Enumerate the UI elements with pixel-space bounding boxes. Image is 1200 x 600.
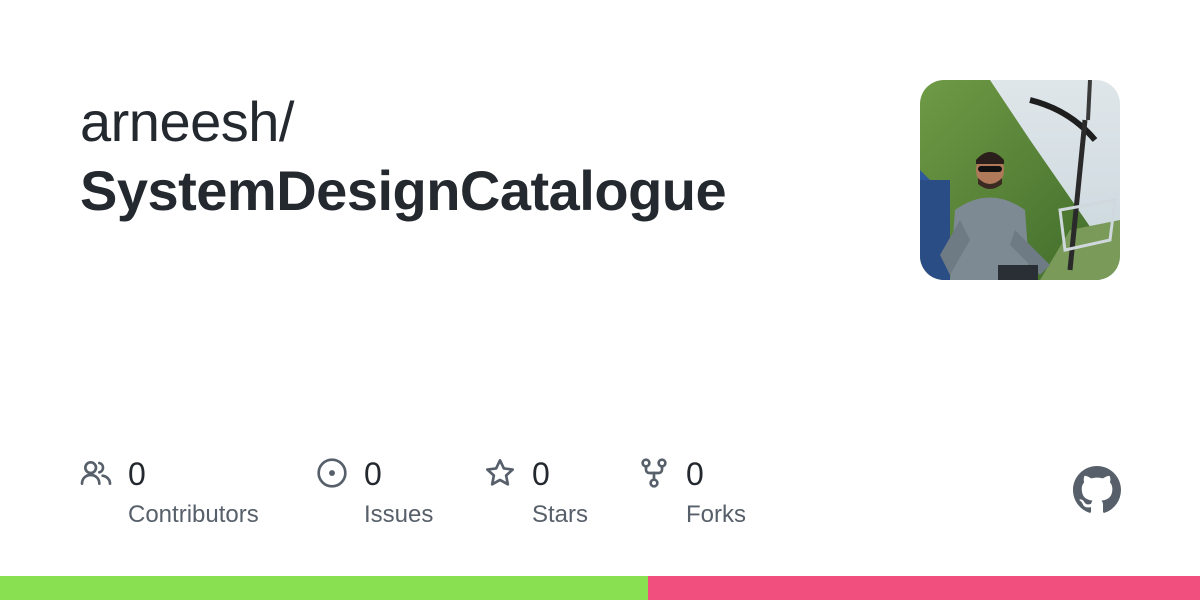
github-logo-icon[interactable] bbox=[1073, 466, 1121, 514]
repo-owner[interactable]: arneesh/ bbox=[80, 88, 880, 156]
contributors-count: 0 bbox=[128, 456, 146, 492]
repo-name[interactable]: SystemDesignCatalogue bbox=[80, 156, 880, 226]
people-icon bbox=[80, 461, 112, 485]
forks-count: 0 bbox=[686, 456, 704, 492]
stars-label: Stars bbox=[532, 501, 589, 528]
stars-count: 0 bbox=[532, 456, 550, 492]
issue-icon bbox=[317, 458, 347, 488]
repo-title: arneesh/ SystemDesignCatalogue bbox=[80, 88, 880, 226]
fork-icon bbox=[641, 458, 667, 488]
forks-label: Forks bbox=[686, 501, 746, 528]
language-bar-segment bbox=[648, 576, 1200, 600]
avatar[interactable] bbox=[920, 80, 1120, 280]
star-icon bbox=[486, 459, 514, 486]
contributors-label: Contributors bbox=[128, 501, 259, 528]
language-bar bbox=[0, 576, 1200, 600]
issues-label: Issues bbox=[364, 501, 434, 528]
language-bar-segment bbox=[0, 576, 648, 600]
avatar-image bbox=[920, 80, 1120, 280]
issues-count: 0 bbox=[364, 456, 382, 492]
